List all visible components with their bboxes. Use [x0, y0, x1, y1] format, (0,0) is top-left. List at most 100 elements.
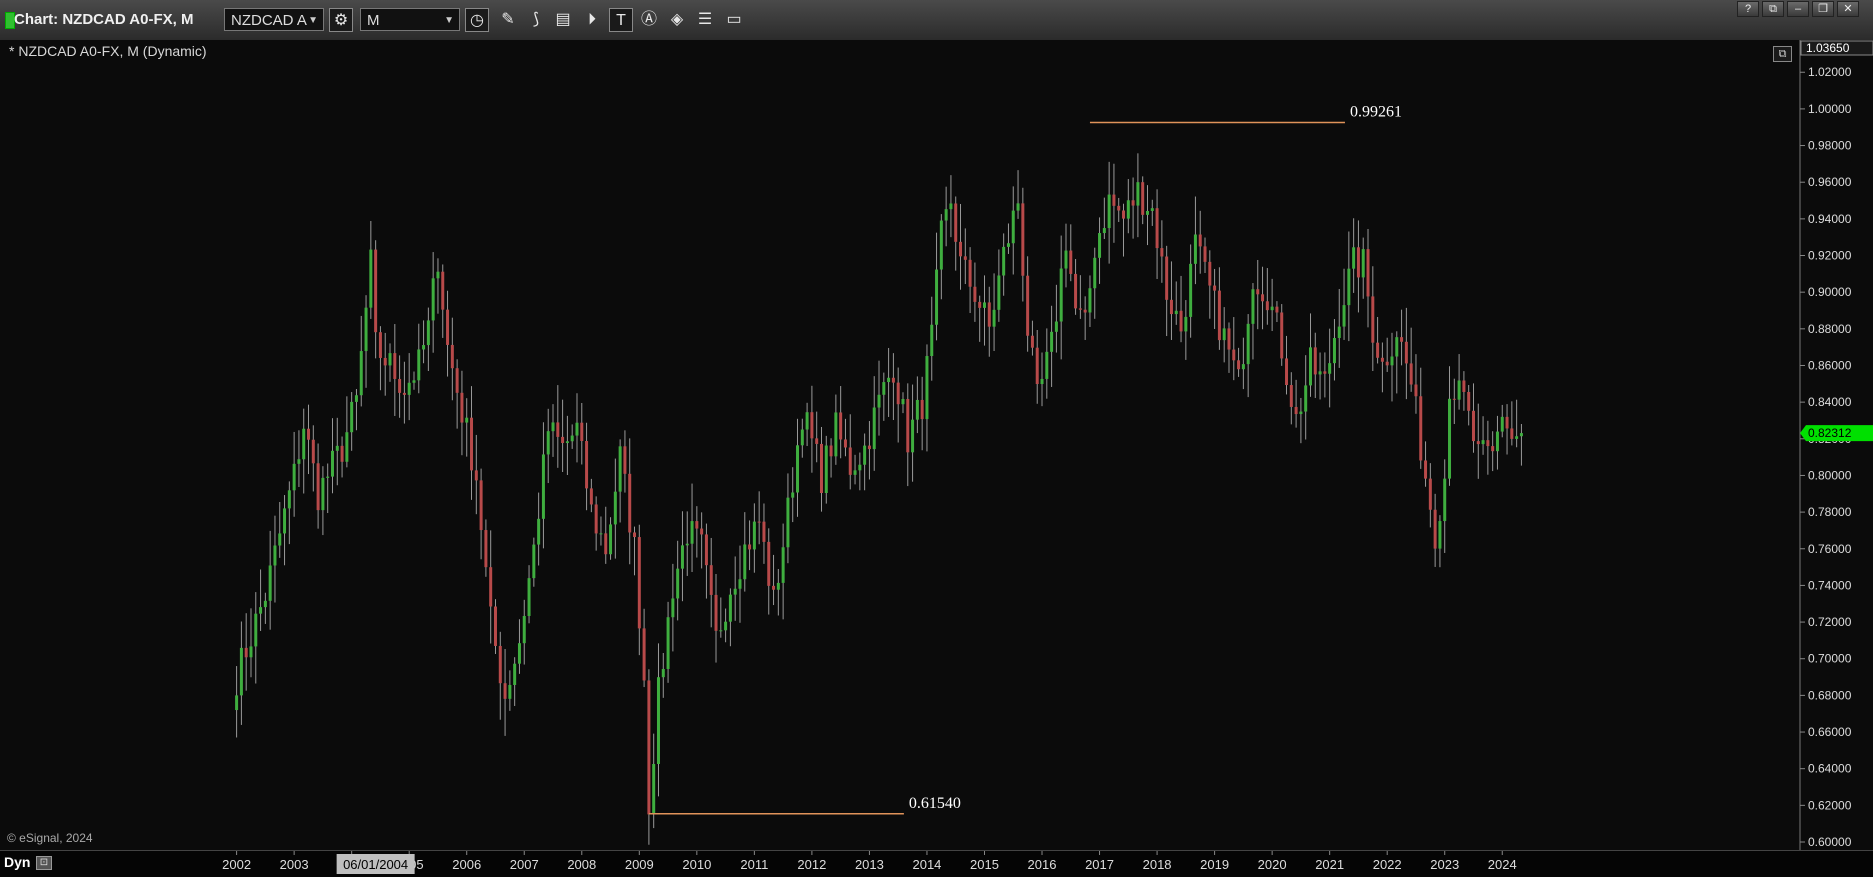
- candle-body: [848, 447, 852, 475]
- price-level-label: 0.61540: [909, 795, 961, 812]
- candle-body: [580, 422, 584, 442]
- time-tick-label: 2016: [1028, 857, 1057, 872]
- minimize-button[interactable]: –: [1787, 1, 1809, 17]
- alert-icon[interactable]: Ⓐ: [637, 8, 661, 32]
- candle-body: [335, 445, 339, 451]
- candle-body: [556, 422, 560, 437]
- price-tick-label: 0.60000: [1808, 835, 1852, 849]
- candle-body: [1400, 337, 1404, 342]
- play-icon[interactable]: ⏵: [580, 8, 604, 32]
- candle-body: [321, 477, 325, 511]
- candle-body: [292, 463, 296, 491]
- comment-icon[interactable]: ▭: [722, 8, 746, 32]
- time-tick-label: 2011: [740, 857, 768, 872]
- time-axis[interactable]: 2002200320042005200620072008200920102011…: [0, 851, 1873, 877]
- clock-icon[interactable]: ◷: [465, 8, 489, 32]
- candle-body: [1505, 416, 1509, 429]
- candle-body: [1074, 273, 1078, 309]
- chart-area[interactable]: 0.99261 0.61540 0.60000 0.62000 0.64000 0.66…: [0, 40, 1873, 850]
- price-tick-label: 0.76000: [1808, 542, 1852, 556]
- bar-chart-icon[interactable]: ▤: [551, 8, 575, 32]
- candle-body: [465, 417, 469, 423]
- candle-body: [781, 547, 785, 583]
- candle-body: [484, 530, 488, 568]
- help-button[interactable]: ?: [1737, 1, 1759, 17]
- candle-body: [1050, 331, 1054, 352]
- settings-gear-icon[interactable]: ⚙: [329, 8, 353, 32]
- candle-body: [896, 382, 900, 405]
- text-tool-icon[interactable]: T: [609, 8, 633, 32]
- candle-body: [1433, 509, 1437, 549]
- drawing-menu-icon[interactable]: ☰: [693, 8, 717, 32]
- candle-body: [259, 607, 263, 614]
- candle-body: [786, 497, 790, 548]
- candle-body: [748, 544, 752, 550]
- price-tick-label: 1.02000: [1808, 65, 1852, 79]
- candle-body: [1078, 308, 1082, 310]
- candle-body: [1495, 431, 1499, 452]
- status-bar: Dyn ⊡ 2002200320042005200620072008200920…: [0, 850, 1873, 877]
- candle-body: [589, 488, 593, 505]
- candle-body: [618, 446, 622, 492]
- candle-body: [1371, 296, 1375, 343]
- candle-body: [609, 524, 613, 555]
- candle-body: [441, 271, 445, 310]
- candle-body: [959, 241, 963, 257]
- candle-body: [863, 445, 867, 465]
- candle-body: [1332, 337, 1336, 364]
- maximize-button[interactable]: ❐: [1812, 1, 1834, 17]
- candle-body: [1189, 263, 1193, 317]
- candle-body: [724, 621, 728, 631]
- symbol-combo-value: NZDCAD A: [231, 12, 307, 29]
- close-button[interactable]: ✕: [1837, 1, 1859, 17]
- candle-body: [757, 521, 761, 523]
- chart-window: Chart: NZDCAD A0-FX, M NZDCAD A ▼ ⚙ M ▼ …: [0, 0, 1873, 877]
- candle-body: [656, 677, 660, 765]
- candle-body: [254, 613, 258, 647]
- candle-body: [992, 309, 996, 327]
- interval-combo[interactable]: M ▼: [360, 8, 460, 31]
- candle-body: [1457, 380, 1461, 400]
- link-button[interactable]: ⧉: [1762, 1, 1784, 17]
- candle-body: [1385, 361, 1389, 366]
- chevron-down-icon[interactable]: ▼: [308, 9, 318, 32]
- candle-body: [1428, 478, 1432, 510]
- candle-body: [417, 349, 421, 381]
- price-axis[interactable]: 0.60000 0.62000 0.64000 0.66000 0.68000 0.700…: [1799, 40, 1873, 850]
- time-tick-label: 2003: [280, 857, 309, 872]
- candle-body: [1213, 285, 1217, 291]
- candle-body: [1414, 384, 1418, 397]
- candle-body: [1318, 371, 1322, 375]
- annotations: 0.99261 0.61540: [648, 103, 1402, 815]
- candle-body: [623, 446, 627, 474]
- candle-body: [728, 594, 732, 622]
- price-tick-label: 0.94000: [1808, 212, 1852, 226]
- candle-body: [1064, 250, 1068, 269]
- restore-pane-icon[interactable]: ⧉: [1773, 46, 1792, 62]
- candle-body: [930, 324, 934, 357]
- candle-body: [235, 695, 239, 711]
- candle-body: [676, 568, 680, 599]
- candle-body: [709, 565, 713, 595]
- candle-body: [1251, 289, 1255, 324]
- eraser-icon[interactable]: ◈: [665, 8, 689, 32]
- price-tick-label: 0.64000: [1808, 762, 1852, 776]
- symbol-combo[interactable]: NZDCAD A ▼: [224, 8, 324, 31]
- title-bar[interactable]: Chart: NZDCAD A0-FX, M NZDCAD A ▼ ⚙ M ▼ …: [0, 0, 1873, 41]
- candle-body: [1294, 406, 1298, 415]
- pencil-draw-icon[interactable]: ✎: [496, 8, 520, 32]
- price-chart[interactable]: 0.99261 0.61540 0.60000 0.62000 0.64000 0.66…: [0, 40, 1873, 850]
- chevron-down-icon[interactable]: ▼: [444, 9, 454, 32]
- candle-body: [733, 588, 737, 595]
- candle-body: [1054, 321, 1058, 332]
- candle-body: [522, 615, 526, 644]
- line-study-icon[interactable]: ⟆: [524, 8, 548, 32]
- candle-body: [1208, 261, 1212, 286]
- candle-body: [551, 422, 555, 432]
- time-tick-label: 2010: [682, 857, 711, 872]
- window-title: Chart: NZDCAD A0-FX, M: [14, 11, 194, 28]
- candle-body: [939, 220, 943, 270]
- candle-body: [1289, 385, 1293, 407]
- price-tick-label: 0.80000: [1808, 468, 1852, 482]
- candle-body: [378, 332, 382, 358]
